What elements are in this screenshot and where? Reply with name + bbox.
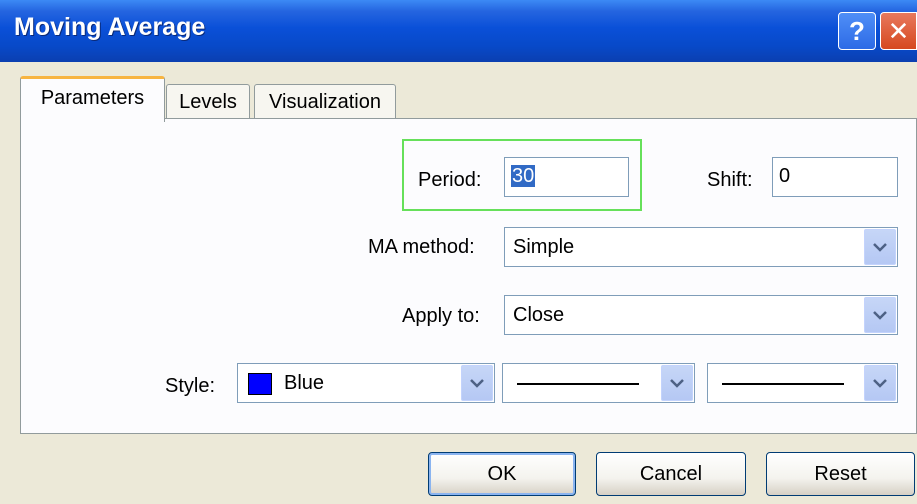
- chevron-down-icon[interactable]: [864, 229, 896, 265]
- tab-parameters-label: Parameters: [40, 87, 145, 109]
- chevron-down-icon[interactable]: [461, 365, 493, 401]
- ok-button-label: OK: [487, 462, 517, 485]
- period-label: Period:: [418, 169, 482, 191]
- reset-button[interactable]: Reset: [766, 452, 915, 496]
- parameters-panel: Period: 30 Shift: 0 MA method: Simple Ap…: [20, 118, 917, 434]
- reset-button-label: Reset: [814, 462, 867, 485]
- cancel-button[interactable]: Cancel: [596, 452, 746, 496]
- tab-levels-label: Levels: [179, 91, 237, 113]
- period-value: 30: [511, 165, 536, 187]
- tab-visualization[interactable]: Visualization: [254, 84, 396, 120]
- tab-levels[interactable]: Levels: [166, 84, 250, 120]
- cancel-button-label: Cancel: [639, 462, 703, 485]
- ma-method-label: MA method:: [368, 236, 475, 258]
- apply-to-dropdown[interactable]: Close: [504, 295, 898, 335]
- style-color-dropdown[interactable]: Blue: [237, 363, 495, 403]
- color-swatch: [248, 373, 272, 395]
- line-width-dropdown[interactable]: [707, 363, 898, 403]
- apply-to-label: Apply to:: [402, 305, 480, 327]
- tab-parameters[interactable]: Parameters: [20, 76, 165, 122]
- close-button[interactable]: ✕: [880, 12, 917, 50]
- style-label: Style:: [165, 375, 216, 397]
- ok-button[interactable]: OK: [428, 452, 576, 496]
- chevron-down-icon[interactable]: [661, 365, 693, 401]
- title-bar[interactable]: Moving Average ? ✕: [0, 0, 917, 62]
- shift-value: 0: [779, 165, 791, 187]
- chevron-down-icon[interactable]: [864, 297, 896, 333]
- shift-label: Shift:: [707, 169, 753, 191]
- close-icon: ✕: [887, 15, 910, 46]
- help-button[interactable]: ?: [838, 12, 876, 50]
- apply-to-value: Close: [513, 304, 565, 326]
- period-input[interactable]: 30: [504, 157, 629, 197]
- tab-visualization-label: Visualization: [269, 91, 381, 113]
- window-title: Moving Average: [14, 13, 206, 41]
- ma-method-value: Simple: [513, 236, 575, 258]
- ma-method-dropdown[interactable]: Simple: [504, 227, 898, 267]
- line-width-icon: [722, 383, 844, 385]
- shift-input[interactable]: 0: [772, 157, 898, 197]
- line-style-dropdown[interactable]: [502, 363, 695, 403]
- style-color-value: Blue: [284, 372, 325, 394]
- help-icon: ?: [849, 15, 865, 46]
- line-style-solid-icon: [517, 383, 639, 385]
- chevron-down-icon[interactable]: [864, 365, 896, 401]
